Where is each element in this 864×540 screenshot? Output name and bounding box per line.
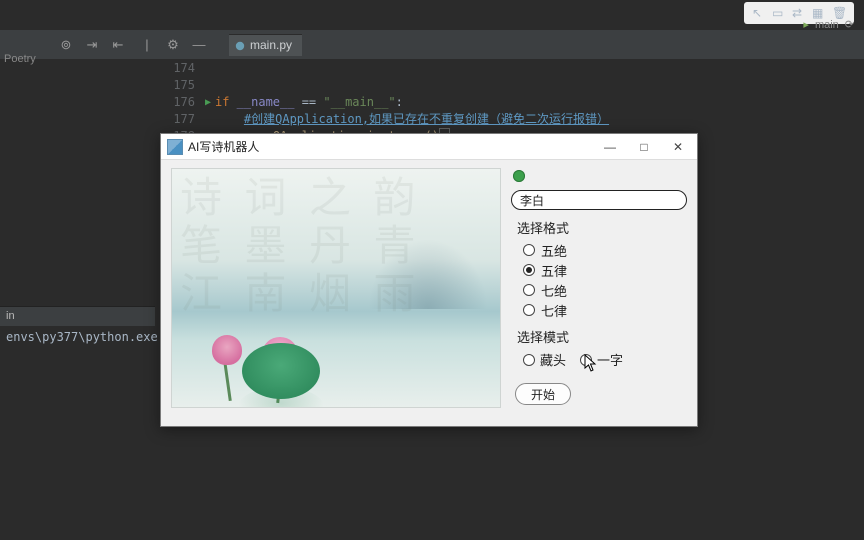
format-header: 选择格式 <box>517 218 687 237</box>
form-panel: 李白 选择格式 五绝 五律 七绝 七律 选择模式 <box>511 168 687 416</box>
radio-icon[interactable] <box>523 354 535 366</box>
mountain-shape <box>368 239 488 309</box>
titlebar[interactable]: AI写诗机器人 — □ ✕ <box>161 134 697 160</box>
keyword-input[interactable]: 李白 <box>511 190 687 210</box>
file-tab-main[interactable]: main.py <box>229 34 302 56</box>
mode-option-cangtou[interactable]: 藏头 <box>523 350 566 369</box>
collapse-icon[interactable]: ⇥ <box>84 37 100 53</box>
mode-header: 选择模式 <box>517 327 687 346</box>
poetry-app-window: AI写诗机器人 — □ ✕ 诗 词 之 韵 笔 墨 丹 青 江 南 烟 雨 李白… <box>160 133 698 427</box>
radio-icon[interactable] <box>523 284 535 296</box>
radio-icon[interactable] <box>523 264 535 276</box>
run-gutter-icon[interactable]: ▶ <box>205 94 211 111</box>
tab-label: main.py <box>250 38 292 52</box>
minus-icon[interactable]: — <box>191 37 207 53</box>
lotus-flower-icon <box>212 335 242 365</box>
format-option-wulv[interactable]: 五律 <box>523 261 687 279</box>
project-panel-label[interactable]: Poetry <box>0 50 55 68</box>
rect-icon[interactable]: ▭ <box>772 6 786 20</box>
format-option-qilv[interactable]: 七律 <box>523 301 687 319</box>
run-tool-tab[interactable]: in <box>0 306 155 328</box>
app-icon <box>167 139 183 155</box>
target-icon[interactable]: ⊚ <box>58 37 74 53</box>
radio-icon[interactable] <box>580 354 592 366</box>
gear-icon[interactable]: ⚙ <box>165 37 181 53</box>
start-button[interactable]: 开始 <box>515 383 571 405</box>
python-file-icon <box>235 40 245 50</box>
minimize-button[interactable]: — <box>593 135 627 159</box>
pointer-icon[interactable]: ↖ <box>752 6 766 20</box>
close-button[interactable]: ✕ <box>661 135 695 159</box>
mode-option-yizi[interactable]: 一字 <box>580 350 623 369</box>
painting-panel: 诗 词 之 韵 笔 墨 丹 青 江 南 烟 雨 <box>171 168 501 408</box>
brand-dot-icon <box>513 170 525 182</box>
window-title: AI写诗机器人 <box>188 138 259 155</box>
radio-icon[interactable] <box>523 304 535 316</box>
format-option-qijue[interactable]: 七绝 <box>523 281 687 299</box>
radio-icon[interactable] <box>523 244 535 256</box>
expand-icon[interactable]: ⇤ <box>110 37 126 53</box>
format-option-wujue[interactable]: 五绝 <box>523 241 687 259</box>
maximize-button[interactable]: □ <box>627 135 661 159</box>
editor-toolbar: ⊚ ⇥ ⇤ | ⚙ — main.py <box>0 30 864 60</box>
